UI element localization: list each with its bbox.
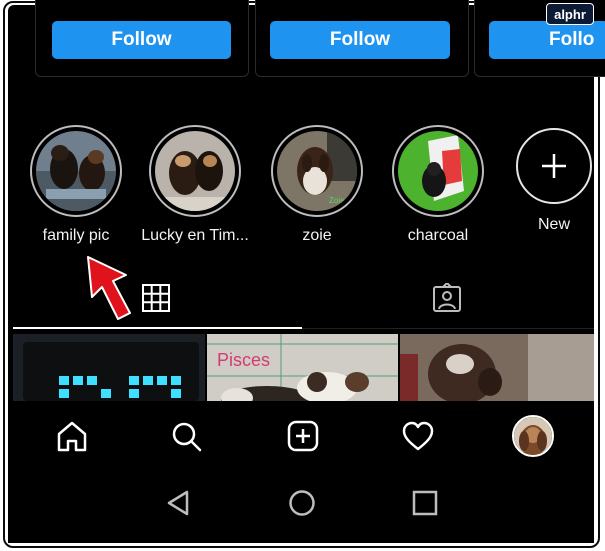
highlight-cover-image — [398, 131, 478, 211]
new-highlight-button[interactable]: New — [499, 128, 605, 234]
follow-button[interactable]: Follo — [489, 21, 605, 59]
highlight-label: zoie — [302, 227, 332, 244]
highlight-family-pic[interactable]: family pic — [21, 125, 131, 245]
grid-post[interactable]: Pisces — [207, 334, 398, 401]
system-recents-button[interactable] — [412, 490, 438, 516]
highlight-ring — [30, 125, 122, 217]
red-arrow-annotation — [87, 256, 131, 320]
post-image — [400, 334, 594, 401]
highlight-charcoal[interactable]: charcoal — [383, 125, 493, 245]
back-icon — [167, 490, 189, 516]
follow-button[interactable]: Follow — [270, 21, 450, 59]
system-home-button[interactable] — [288, 489, 316, 517]
selected-tab-indicator — [13, 327, 302, 329]
highlight-ring — [149, 125, 241, 217]
highlight-ring: Zoie — [271, 125, 363, 217]
recents-icon — [412, 490, 438, 516]
grid-post[interactable] — [13, 334, 205, 401]
heart-icon — [402, 421, 434, 451]
alphr-watermark: alphr — [546, 3, 594, 25]
nav-home-button[interactable] — [55, 419, 89, 453]
highlight-ring — [392, 125, 484, 217]
nav-search-button[interactable] — [169, 419, 203, 453]
tagged-icon — [433, 281, 461, 312]
home-circle-icon — [289, 490, 315, 516]
highlight-label: charcoal — [407, 227, 469, 244]
grid-icon — [142, 284, 170, 312]
post-caption: Pisces — [217, 350, 271, 370]
tab-divider — [302, 328, 594, 329]
nav-activity-button[interactable] — [401, 420, 435, 454]
highlight-label: Lucky en Tim... — [141, 227, 249, 244]
system-back-button[interactable] — [165, 489, 193, 517]
follow-button[interactable]: Follow — [52, 21, 231, 59]
highlight-lucky-en-tim[interactable]: Lucky en Tim... — [140, 125, 250, 245]
highlight-cover-image — [36, 131, 116, 211]
nav-new-post-button[interactable] — [286, 419, 320, 453]
grid-post[interactable] — [400, 334, 594, 401]
tab-grid[interactable] — [141, 283, 175, 315]
plus-icon — [542, 154, 566, 178]
svg-text:Zoie: Zoie — [329, 196, 345, 205]
tab-tagged[interactable] — [431, 281, 465, 315]
post-image — [13, 334, 205, 401]
profile-avatar — [514, 417, 552, 455]
search-icon — [172, 422, 202, 452]
new-post-icon — [287, 420, 319, 452]
highlight-label: New — [537, 216, 570, 233]
highlight-zoie[interactable]: Zoie zoie — [262, 125, 372, 245]
highlight-cover-image: Zoie — [277, 131, 357, 211]
new-highlight-circle — [516, 128, 592, 204]
highlight-label: family pic — [42, 227, 110, 244]
home-icon — [57, 421, 87, 452]
highlight-cover-image — [155, 131, 235, 211]
nav-profile-button[interactable] — [512, 415, 554, 457]
